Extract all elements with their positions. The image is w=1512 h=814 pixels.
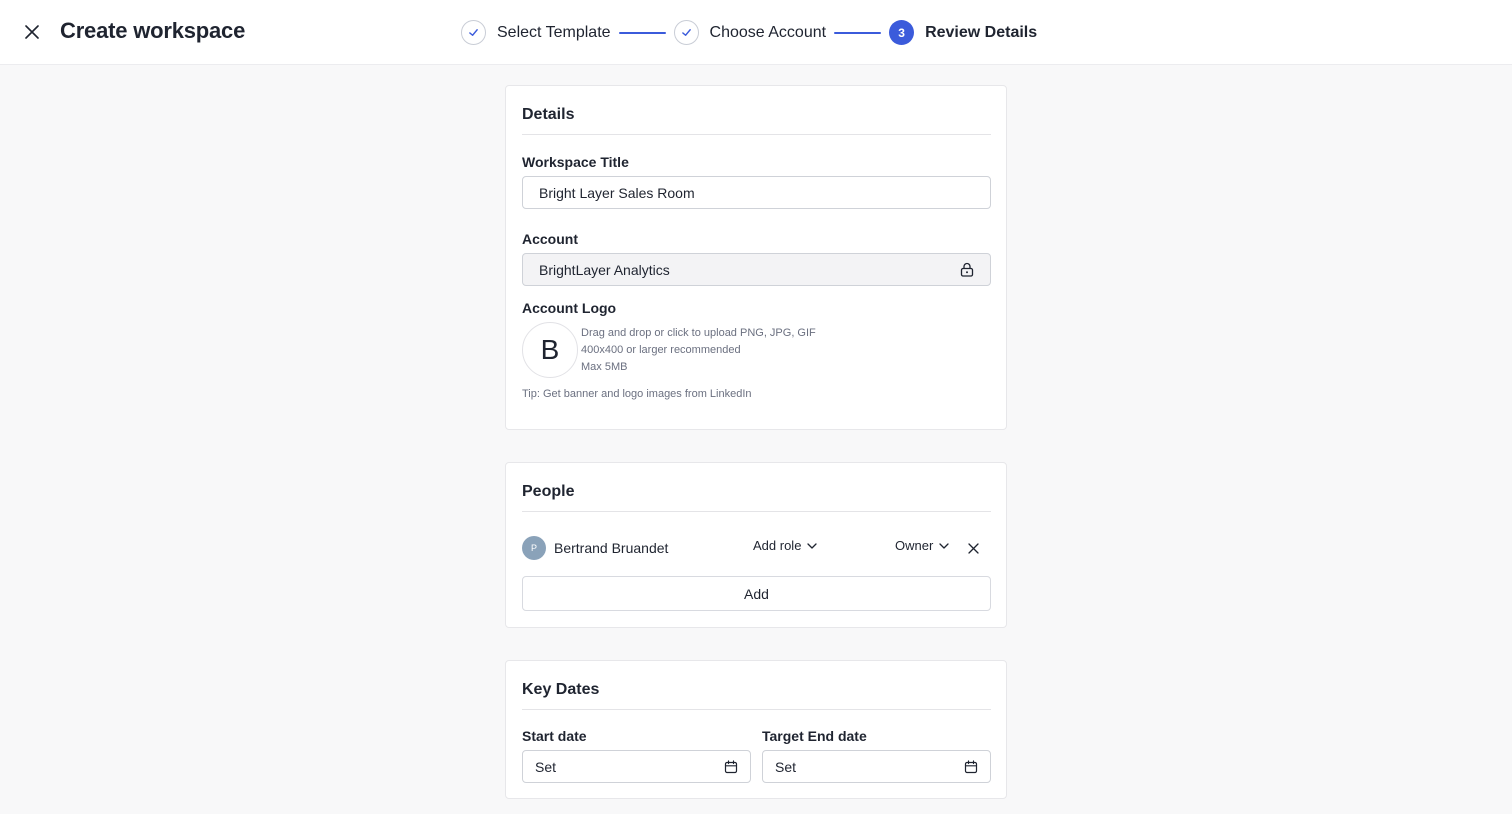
- logo-letter: B: [540, 334, 560, 365]
- logo-upload-dropzone[interactable]: B: [522, 322, 578, 378]
- step-number-badge: 3: [889, 20, 915, 45]
- check-icon: [681, 29, 691, 36]
- upload-hint-size: 400x400 or larger recommended: [581, 344, 741, 356]
- wizard-stepper: Select Template Choose Account 3 Review …: [461, 20, 1037, 45]
- key-dates-card: Key Dates Start date Set Target End date…: [505, 660, 1007, 799]
- step-label: Review Details: [925, 23, 1038, 41]
- remove-person-button[interactable]: [966, 541, 980, 555]
- step-connector: [618, 31, 666, 34]
- divider: [522, 511, 991, 512]
- step-label: Select Template: [497, 23, 611, 41]
- person-row: P Bertrand Bruandet Add role Owner: [522, 535, 991, 561]
- close-icon: [25, 25, 39, 39]
- end-date-value: Set: [775, 758, 797, 775]
- workspace-title-label: Workspace Title: [522, 154, 629, 170]
- key-dates-heading: Key Dates: [522, 681, 600, 698]
- step-complete-badge: [673, 20, 699, 45]
- start-date-label: Start date: [522, 728, 587, 744]
- person-name: Bertrand Bruandet: [554, 540, 669, 556]
- calendar-icon: [964, 759, 978, 773]
- step-review-details[interactable]: 3 Review Details: [889, 20, 1037, 45]
- permission-dropdown[interactable]: Owner: [895, 538, 949, 553]
- details-card: Details Workspace Title Account BrightLa…: [505, 85, 1007, 430]
- close-button[interactable]: [22, 22, 42, 42]
- step-select-template[interactable]: Select Template: [461, 20, 611, 45]
- linkedin-tip: Tip: Get banner and logo images from Lin…: [522, 388, 752, 400]
- permission-label: Owner: [895, 538, 934, 553]
- start-date-value: Set: [535, 758, 557, 775]
- avatar: P: [522, 536, 546, 560]
- upload-hint-max: Max 5MB: [581, 361, 628, 373]
- step-label: Choose Account: [709, 23, 827, 41]
- top-bar: Create workspace Select Template Choose …: [0, 0, 1512, 65]
- divider: [522, 134, 991, 135]
- chevron-down-icon: [807, 542, 818, 549]
- upload-hint-formats: Drag and drop or click to upload PNG, JP…: [581, 327, 816, 339]
- end-date-label: Target End date: [762, 728, 867, 744]
- step-connector: [834, 31, 882, 34]
- start-date-picker[interactable]: Set: [522, 750, 751, 783]
- people-heading: People: [522, 483, 575, 500]
- account-field: BrightLayer Analytics: [522, 253, 991, 286]
- role-label: Add role: [753, 538, 802, 553]
- page-title: Create workspace: [60, 18, 246, 43]
- account-logo-label: Account Logo: [522, 300, 617, 316]
- check-icon: [469, 29, 478, 36]
- step-complete-badge: [461, 20, 486, 45]
- end-date-picker[interactable]: Set: [762, 750, 991, 783]
- step-choose-account[interactable]: Choose Account: [673, 20, 827, 45]
- divider: [522, 709, 991, 710]
- account-label: Account: [522, 231, 578, 247]
- add-role-dropdown[interactable]: Add role: [753, 538, 818, 553]
- people-card: People P Bertrand Bruandet Add role Owne…: [505, 462, 1007, 628]
- add-person-button[interactable]: Add: [522, 576, 991, 611]
- calendar-icon: [724, 759, 738, 773]
- account-value: BrightLayer Analytics: [539, 261, 670, 278]
- close-icon: [967, 542, 979, 554]
- workspace-title-input[interactable]: [522, 176, 991, 209]
- details-heading: Details: [522, 106, 575, 123]
- lock-icon: [960, 262, 974, 277]
- chevron-down-icon: [939, 542, 949, 549]
